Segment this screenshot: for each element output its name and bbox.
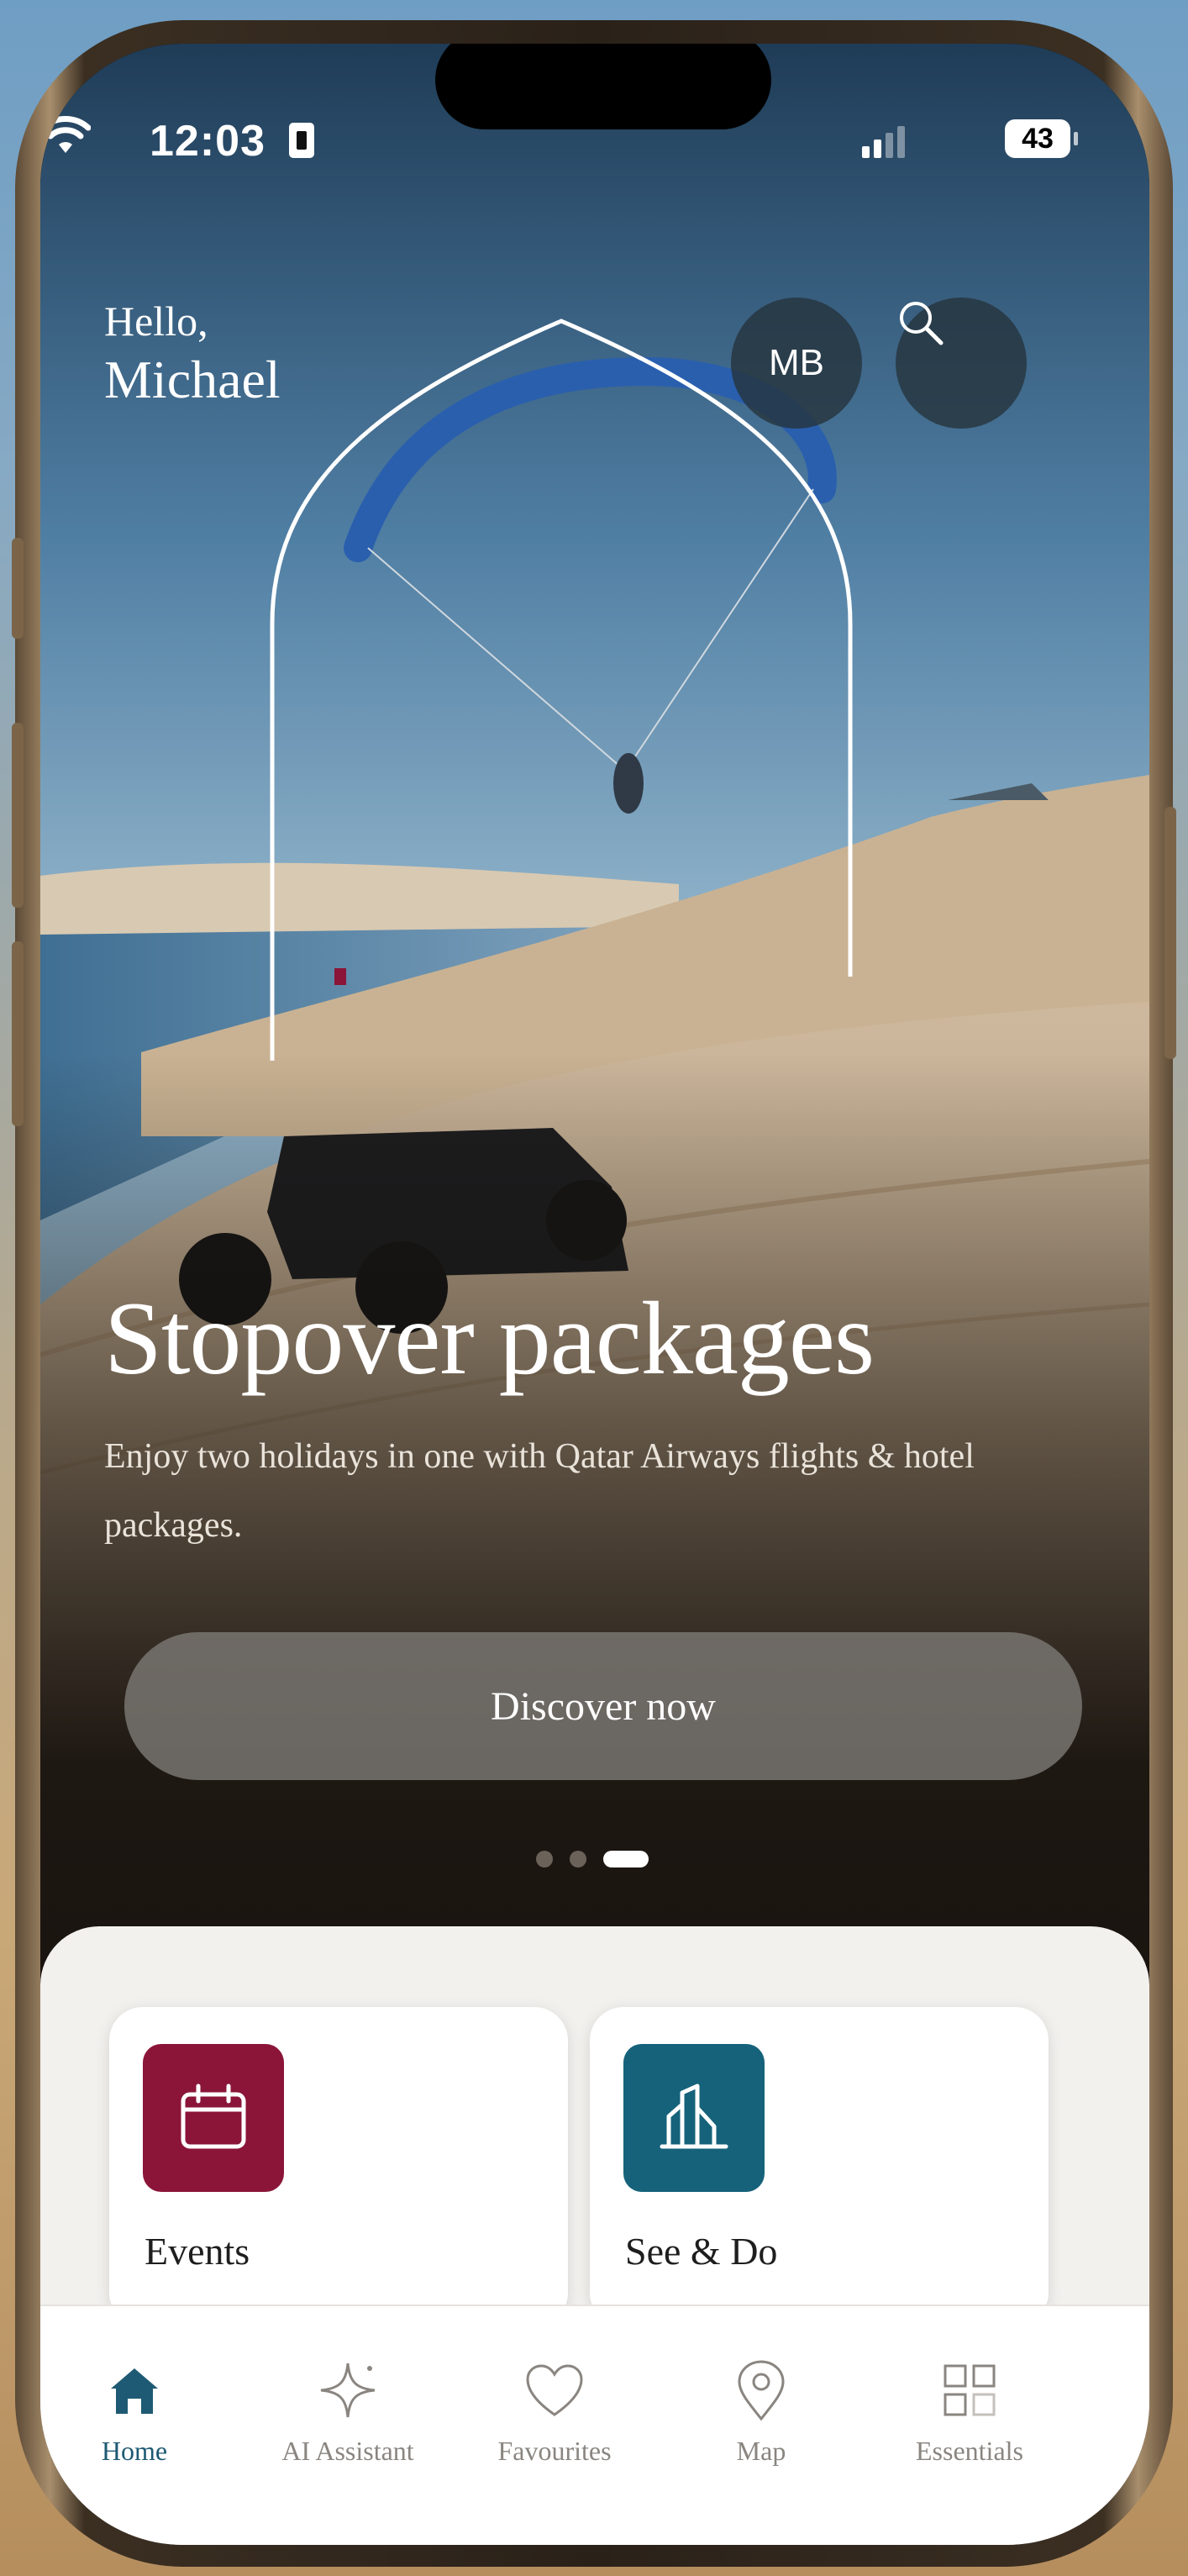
side-button [12,538,24,639]
carousel-dot[interactable] [570,1851,586,1867]
map-pin-icon [738,2360,785,2421]
bottom-tab-bar: Home AI Assistant Favourites Map Essenti… [40,2305,1149,2545]
dynamic-island [435,44,771,129]
search-icon [900,302,944,345]
heart-icon [526,2364,583,2416]
tab-home-label: Home [101,2436,168,2466]
greeting-name: Michael [104,350,281,409]
tab-favourites-label: Favourites [497,2436,612,2466]
status-time: 12:03 [150,117,265,166]
tab-favourites[interactable]: Favourites [454,2357,655,2467]
tab-map-label: Map [736,2436,786,2466]
side-button [1164,807,1176,1059]
discover-now-button[interactable]: Discover now [124,1632,1082,1780]
search-button[interactable] [896,298,1027,429]
side-button [12,941,24,1126]
see-and-do-card[interactable]: See & Do [590,2007,1049,2326]
tab-essentials-label: Essentials [916,2436,1023,2466]
grid-icon [944,2364,996,2416]
carousel-indicator[interactable] [536,1851,665,1869]
greeting: Hello, Michael [104,296,281,414]
hero-description: Enjoy two holidays in one with Qatar Air… [104,1437,975,1545]
hero-banner[interactable]: 12:03 43 Hello, Michael MB Stopover pack… [40,44,1149,2002]
home-icon [111,2368,158,2414]
battery-indicator: 43 [1005,119,1078,158]
see-and-do-tile [623,2044,765,2192]
hero-title: Stopover packages [104,1281,875,1396]
tab-map[interactable]: Map [660,2357,862,2467]
events-card[interactable]: Events [109,2007,568,2326]
profile-avatar-button[interactable]: MB [731,298,862,429]
tab-essentials[interactable]: Essentials [869,2357,1070,2467]
building-icon [660,2083,728,2149]
greeting-hello: Hello, [104,298,208,345]
see-and-do-card-label: See & Do [625,2230,778,2273]
events-tile [143,2044,284,2192]
carousel-dot[interactable] [536,1851,553,1867]
tab-home[interactable]: Home [40,2357,235,2467]
side-button [12,723,24,908]
wifi-icon [40,116,91,153]
tab-ai-assistant[interactable]: AI Assistant [247,2357,449,2467]
tab-ai-assistant-label: AI Assistant [281,2436,414,2466]
sparkle-icon [320,2363,376,2418]
cellular-signal-icon [862,126,909,158]
events-card-label: Events [145,2230,250,2273]
app-screen: 12:03 43 Hello, Michael MB Stopover pack… [40,44,1149,2545]
sim-card-icon [289,123,314,158]
calendar-icon [181,2083,246,2149]
carousel-dot-active[interactable] [603,1851,649,1867]
